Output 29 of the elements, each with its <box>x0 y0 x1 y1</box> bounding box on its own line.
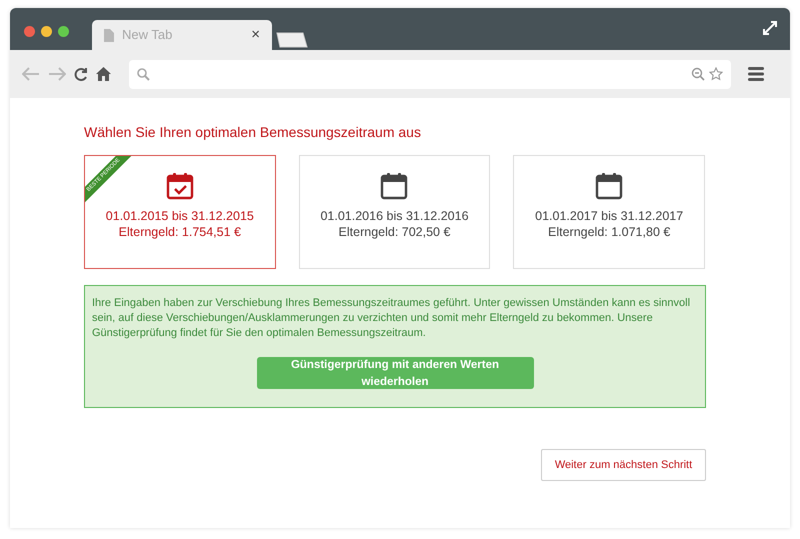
parental-allowance-amount: Elterngeld: 1.071,80 € <box>548 224 670 240</box>
home-icon[interactable] <box>96 67 111 81</box>
document-icon <box>104 28 114 42</box>
period-card[interactable]: 01.01.2017 bis 31.12.2017 Elterngeld: 1.071,80 € <box>513 155 705 269</box>
new-tab-icon[interactable] <box>276 32 308 48</box>
maximize-window-icon[interactable] <box>58 26 69 37</box>
period-range: 01.01.2017 bis 31.12.2017 <box>535 208 684 224</box>
browser-tab[interactable]: New Tab × <box>92 20 272 50</box>
close-window-icon[interactable] <box>24 26 35 37</box>
star-icon[interactable] <box>709 67 723 81</box>
notice-text: Ihre Eingaben haben zur Verschiebung Ihres Bemessungszeitraumes geführt. Unter gewissen Umständen kann es sinnvoll sein, auf diese Verschiebungen/Ausklammerungen zu verzichten und somit mehr Elterngeld zu bekommen. Unsere Günstigerprüfung findet für Sie den optimalen Bemessungszeitraum. <box>92 296 692 341</box>
minimize-window-icon[interactable] <box>41 26 52 37</box>
search-icon <box>137 68 150 80</box>
page-heading: Wählen Sie Ihren optimalen Bemessungszeitraum aus <box>84 124 422 140</box>
calendar-icon <box>595 172 624 200</box>
menu-icon[interactable] <box>748 67 764 81</box>
tab-title: New Tab <box>122 26 174 44</box>
parental-allowance-amount: Elterngeld: 1.754,51 € <box>118 224 241 240</box>
calendar-icon <box>380 172 408 200</box>
period-card[interactable]: 01.01.2016 bis 31.12.2016 Elterngeld: 702,50 € <box>298 155 490 269</box>
calendar-check-icon <box>166 172 194 200</box>
fullscreen-icon[interactable] <box>762 20 778 36</box>
reload-icon[interactable] <box>74 67 88 81</box>
period-range: 01.01.2016 bis 31.12.2016 <box>320 208 469 224</box>
parental-allowance-amount: Elterngeld: 702,50 € <box>338 224 450 240</box>
zoom-out-icon[interactable] <box>691 67 705 81</box>
period-range: 01.01.2015 bis 31.12.2015 <box>106 208 254 224</box>
tab-close-button[interactable]: × <box>251 24 260 46</box>
next-step-button[interactable]: Weiter zum nächsten Schritt <box>541 449 706 481</box>
